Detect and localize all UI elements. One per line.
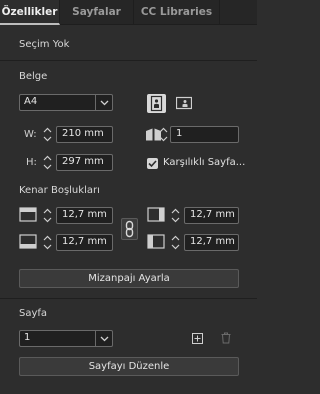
height-stepper[interactable] [41, 154, 54, 171]
pages-count-field[interactable]: 1 [170, 126, 239, 143]
margin-left-value: 12,7 mm [190, 236, 235, 247]
tab-pages[interactable]: Sayfalar [60, 0, 134, 25]
adjust-layout-button[interactable]: Mizanpajı Ayarla [19, 269, 239, 288]
tab-cc-libraries[interactable]: CC Libraries [134, 0, 220, 25]
margin-left-stepper[interactable] [169, 234, 182, 251]
section-divider [0, 60, 257, 61]
margin-right-stepper[interactable] [169, 207, 182, 224]
margin-top-field[interactable]: 12,7 mm [56, 207, 113, 224]
document-section-title: Belge [19, 71, 48, 82]
tab-bar-filler [220, 0, 257, 25]
panel-tabs: Özellikler Sayfalar CC Libraries [0, 0, 257, 25]
margin-top-stepper[interactable] [41, 207, 54, 224]
page-select[interactable]: 1 [19, 330, 113, 347]
selection-status: Seçim Yok [19, 39, 70, 50]
page-preset-select[interactable]: A4 [19, 94, 113, 111]
margin-bottom-icon [19, 234, 37, 249]
chevron-down-icon[interactable] [95, 331, 112, 346]
checkmark-icon [148, 160, 157, 168]
add-page-icon[interactable] [192, 333, 203, 344]
margin-bottom-value: 12,7 mm [62, 236, 107, 247]
chevron-down-icon[interactable] [95, 95, 112, 110]
margin-left-field[interactable]: 12,7 mm [184, 234, 239, 251]
width-stepper[interactable] [41, 126, 54, 143]
margin-right-value: 12,7 mm [190, 209, 235, 220]
landscape-orientation-icon[interactable] [175, 96, 193, 110]
margin-bottom-field[interactable]: 12,7 mm [56, 234, 113, 251]
height-value: 297 mm [62, 156, 104, 167]
facing-pages-checkbox[interactable] [147, 158, 158, 169]
margin-right-field[interactable]: 12,7 mm [184, 207, 239, 224]
trash-icon[interactable] [221, 332, 231, 344]
pages-stepper[interactable] [157, 126, 170, 143]
portrait-orientation-icon[interactable] [147, 94, 166, 113]
margin-top-value: 12,7 mm [62, 209, 107, 220]
facing-pages-label[interactable]: Karşılıklı Sayfa... [163, 157, 245, 168]
margin-right-icon [147, 207, 165, 222]
page-select-value: 1 [24, 332, 31, 343]
edit-page-button[interactable]: Sayfayı Düzenle [19, 357, 239, 376]
pages-count-value: 1 [176, 128, 183, 139]
width-value: 210 mm [62, 128, 104, 139]
tab-properties[interactable]: Özellikler [0, 0, 60, 25]
margin-top-icon [19, 207, 37, 222]
margin-bottom-stepper[interactable] [41, 234, 54, 251]
page-section-title: Sayfa [19, 308, 48, 319]
width-label: W: [24, 129, 37, 140]
link-margins-icon[interactable] [121, 218, 138, 240]
margin-left-icon [147, 234, 165, 249]
height-label: H: [26, 157, 37, 168]
margins-section-title: Kenar Boşlukları [19, 185, 100, 196]
height-field[interactable]: 297 mm [56, 154, 113, 171]
page-preset-value: A4 [24, 96, 38, 107]
width-field[interactable]: 210 mm [56, 126, 113, 143]
section-divider [0, 298, 257, 299]
